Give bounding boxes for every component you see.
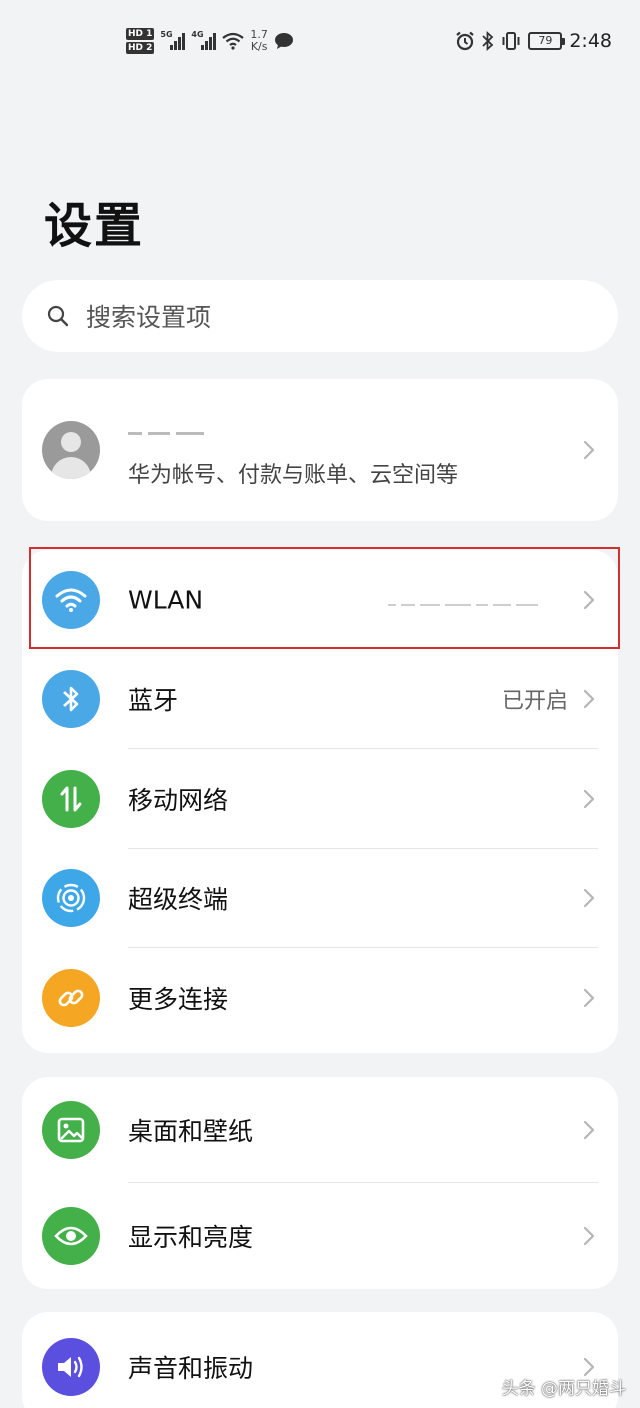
hd1-badge: HD 1	[126, 28, 155, 40]
sound-vibration-label: 声音和振动	[128, 1354, 254, 1383]
chevron-right-icon	[583, 889, 595, 908]
search-placeholder: 搜索设置项	[86, 303, 212, 332]
message-bubble-icon	[274, 33, 293, 49]
chevron-right-icon	[583, 440, 595, 460]
vibrate-icon	[502, 32, 520, 50]
account-row[interactable]: 华为帐号、付款与账单、云空间等	[22, 379, 618, 521]
wallpaper-icon	[42, 1101, 100, 1159]
bluetooth-icon	[42, 670, 100, 729]
settings-item-wlan[interactable]: WLAN	[22, 550, 618, 650]
status-left: HD 1 HD 2 5G 4G 1.7 K/s	[126, 24, 294, 58]
account-subtitle: 华为帐号、付款与账单、云空间等	[128, 463, 459, 488]
bluetooth-status-icon	[482, 31, 494, 51]
wlan-ssid-redacted	[388, 595, 578, 607]
bluetooth-status: 已开启	[501, 689, 568, 715]
chevron-right-icon	[583, 590, 595, 609]
connectivity-card: WLAN 蓝牙 已开启 移动网络 超级终端 更多连接	[22, 550, 618, 1053]
settings-item-bluetooth[interactable]: 蓝牙 已开启	[22, 650, 618, 749]
settings-item-display-brightness[interactable]: 显示和亮度	[22, 1183, 618, 1289]
chevron-right-icon	[583, 1120, 595, 1140]
search-icon	[47, 305, 69, 327]
settings-item-super-device[interactable]: 超级终端	[22, 849, 618, 948]
link-icon	[42, 968, 100, 1027]
super-device-icon	[42, 869, 100, 928]
mobile-network-label: 移动网络	[128, 785, 229, 815]
network-speed: 1.7 K/s	[250, 28, 268, 53]
settings-item-more-connections[interactable]: 更多连接	[22, 948, 618, 1048]
super-device-label: 超级终端	[128, 885, 229, 915]
chevron-right-icon	[583, 690, 595, 709]
page-title: 设置	[44, 198, 145, 254]
wifi-status-icon	[222, 32, 245, 50]
speaker-icon	[42, 1338, 100, 1396]
wlan-label: WLAN	[128, 585, 204, 615]
wifi-icon	[42, 570, 100, 629]
wallpaper-label: 桌面和壁纸	[128, 1117, 254, 1146]
chevron-right-icon	[583, 789, 595, 808]
signal-4g-icon: 4G	[191, 30, 217, 50]
hd-indicators: HD 1 HD 2	[126, 28, 155, 54]
settings-item-mobile-network[interactable]: 移动网络	[22, 749, 618, 849]
display-card: 桌面和壁纸 显示和亮度	[22, 1077, 618, 1289]
status-bar: HD 1 HD 2 5G 4G 1.7 K/s 79 2:48	[0, 0, 640, 80]
hd2-badge: HD 2	[126, 42, 155, 54]
status-right: 79 2:48	[455, 26, 612, 56]
account-card[interactable]: 华为帐号、付款与账单、云空间等	[22, 379, 618, 521]
chevron-right-icon	[583, 988, 595, 1007]
settings-item-wallpaper[interactable]: 桌面和壁纸	[22, 1077, 618, 1183]
display-brightness-label: 显示和亮度	[128, 1223, 254, 1252]
battery-indicator: 79	[528, 32, 566, 50]
alarm-icon	[456, 31, 475, 51]
watermark: 头条 @两只婚斗	[501, 1379, 626, 1399]
bluetooth-label: 蓝牙	[128, 686, 179, 716]
eye-icon	[42, 1207, 100, 1265]
mobile-data-icon	[42, 769, 100, 828]
clock: 2:48	[569, 30, 612, 52]
avatar	[42, 421, 100, 479]
signal-5g-icon: 5G	[160, 30, 186, 50]
account-name-redacted	[128, 423, 218, 439]
more-connections-label: 更多连接	[128, 984, 229, 1014]
search-bar[interactable]: 搜索设置项	[22, 280, 618, 352]
chevron-right-icon	[583, 1226, 595, 1246]
